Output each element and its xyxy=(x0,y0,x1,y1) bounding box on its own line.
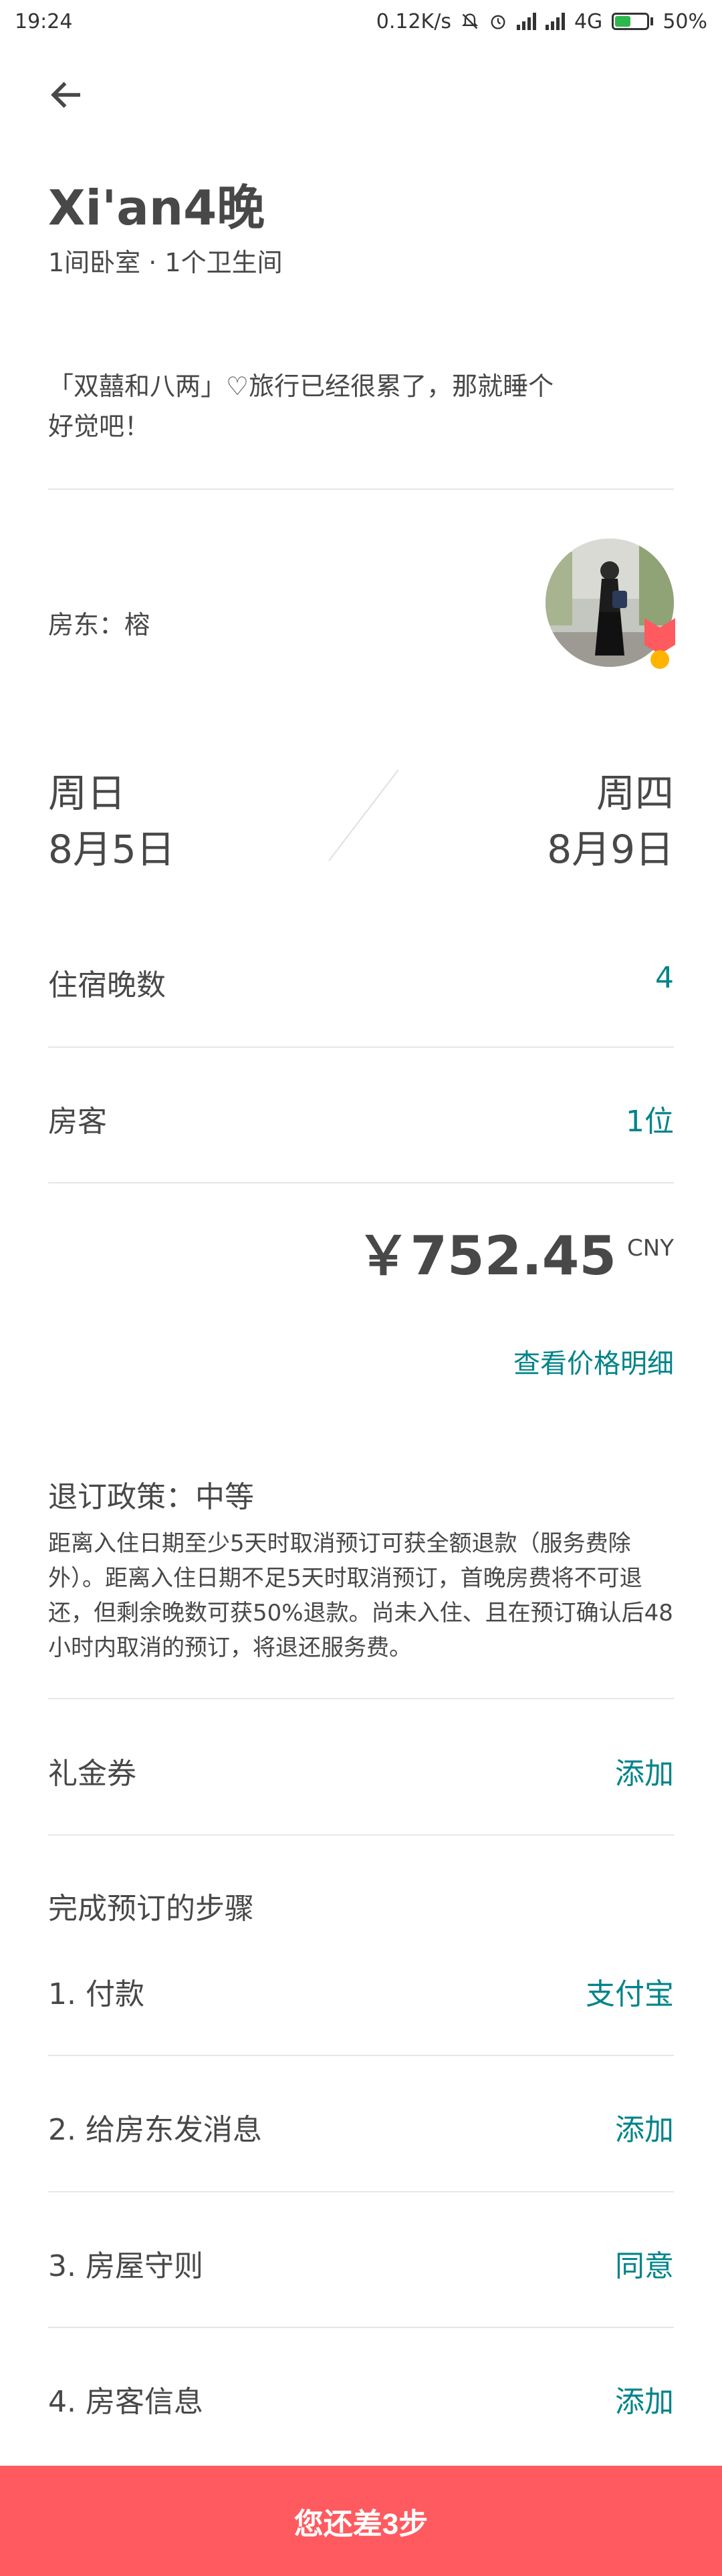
divider xyxy=(48,1834,674,1836)
listing-subtitle: 1间卧室 · 1个卫生间 xyxy=(48,248,283,277)
step-rules-button[interactable]: 同意 xyxy=(615,2242,674,2285)
price-currency: CNY xyxy=(627,1235,674,1262)
price-amount: ￥752.45 xyxy=(356,1225,617,1287)
checkout-date[interactable]: 周四 8月9日 xyxy=(547,762,674,874)
network-type: 4G xyxy=(574,9,603,33)
step-guest-info-button[interactable]: 添加 xyxy=(615,2378,674,2420)
nights-label: 住宿晚数 xyxy=(48,968,166,1002)
battery-percent: 50% xyxy=(663,9,707,33)
checkout-weekday: 周四 xyxy=(596,770,674,816)
divider xyxy=(48,1182,674,1183)
page-title: Xi'an4晚 xyxy=(48,180,265,236)
policy-body: 距离入住日期至少5天时取消预订可获全额退款（服务费除外）。距离入住日期不足5天时… xyxy=(48,1530,673,1661)
step-payment-button[interactable]: 支付宝 xyxy=(586,1970,674,2013)
steps-title: 完成预订的步骤 xyxy=(48,1892,254,1926)
policy-title: 退订政策：中等 xyxy=(48,1480,254,1514)
step-label: 2. 给房东发消息 xyxy=(48,2113,262,2147)
mute-icon xyxy=(461,13,479,29)
divider xyxy=(48,488,674,490)
battery-fill xyxy=(615,16,631,27)
complete-booking-button[interactable]: 您还差3步 xyxy=(0,2466,722,2576)
battery-icon xyxy=(612,13,654,30)
step-label: 4. 房客信息 xyxy=(48,2385,203,2419)
date-separator xyxy=(328,769,399,861)
divider xyxy=(48,2327,674,2328)
price-details-link[interactable]: 查看价格明细 xyxy=(513,1342,674,1381)
coupon-add-button[interactable]: 添加 xyxy=(615,1749,674,1792)
checkin-weekday: 周日 xyxy=(48,770,126,816)
net-speed: 0.12K/s xyxy=(376,9,451,33)
checkin-day: 8月5日 xyxy=(48,827,175,872)
superhost-badge-icon xyxy=(644,618,675,669)
coupon-label: 礼金券 xyxy=(48,1757,136,1791)
back-arrow-icon[interactable] xyxy=(47,75,87,115)
divider xyxy=(48,2055,674,2056)
divider xyxy=(48,1698,674,1699)
checkout-day: 8月9日 xyxy=(547,827,674,872)
status-icons: 0.12K/s 4G 50% xyxy=(376,10,707,33)
alarm-icon xyxy=(491,15,505,29)
total-price: ￥752.45 CNY xyxy=(356,1230,674,1283)
host-label: 房东：榕 xyxy=(48,610,150,639)
divider xyxy=(48,1046,674,1048)
signal-icon-2 xyxy=(545,13,565,30)
step-label: 3. 房屋守则 xyxy=(48,2249,203,2283)
divider xyxy=(48,2191,674,2192)
nights-value[interactable]: 4 xyxy=(655,961,674,995)
step-message-button[interactable]: 添加 xyxy=(615,2106,674,2148)
status-bar: 19:24 0.12K/s 4G 50% xyxy=(0,0,722,43)
status-time: 19:24 xyxy=(15,9,73,33)
listing-description: 「双囍和八两」♡旅行已经很累了，那就睡个好觉吧！ xyxy=(48,372,554,441)
checkin-date[interactable]: 周日 8月5日 xyxy=(48,762,175,874)
guests-value[interactable]: 1位 xyxy=(626,1097,674,1140)
guests-label: 房客 xyxy=(48,1105,107,1139)
step-label: 1. 付款 xyxy=(48,1977,144,2011)
signal-icon xyxy=(516,13,536,30)
